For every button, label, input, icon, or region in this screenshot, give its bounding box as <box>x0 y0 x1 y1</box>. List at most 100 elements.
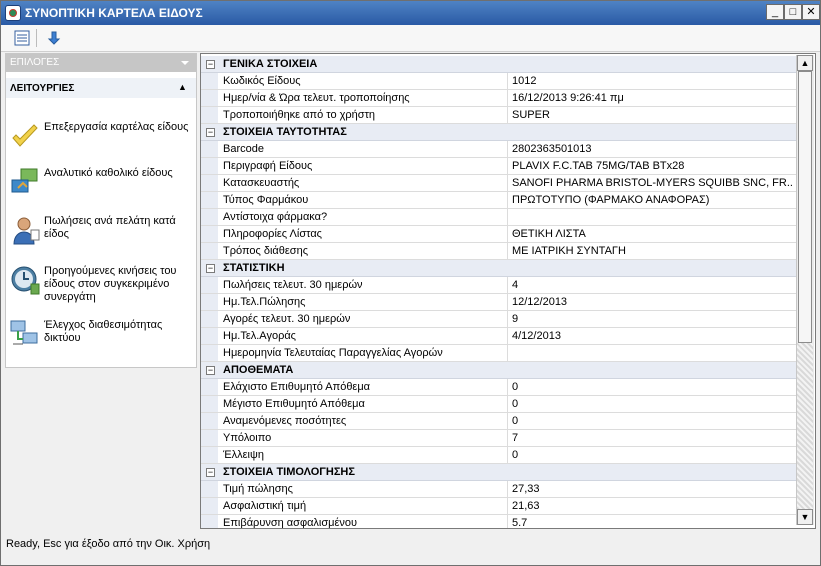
property-name: Μέγιστο Επιθυμητό Απόθεμα <box>223 398 365 410</box>
property-row[interactable]: Πωλήσεις τελευτ. 30 ημερών 4 <box>201 277 796 294</box>
property-value[interactable]: ΠΡΩΤΟΤΥΠΟ (ΦΑΡΜΑΚΟ ΑΝΑΦΟΡΑΣ) <box>512 194 792 206</box>
property-row[interactable]: Επιβάρυνση ασφαλισμένου 5.7 <box>201 515 796 528</box>
property-row[interactable]: Περιγραφή Είδους PLAVIX F.C.TAB 75MG/TAB … <box>201 158 796 175</box>
section-header[interactable]: − ΣΤΟΙΧΕΙΑ ΤΙΜΟΛΟΓΗΣΗΣ <box>201 464 796 481</box>
property-value[interactable]: 0 <box>512 381 792 393</box>
property-row[interactable]: Τροποποιήθηκε από το χρήστη SUPER <box>201 107 796 124</box>
collapse-toggle-icon[interactable]: − <box>206 264 215 273</box>
property-name: Αναμενόμενες ποσότητες <box>223 415 347 427</box>
column-divider <box>507 226 508 242</box>
row-gutter <box>201 73 218 89</box>
scroll-down-arrow-icon[interactable]: ▼ <box>797 509 813 525</box>
row-gutter <box>201 379 218 395</box>
column-divider <box>507 430 508 446</box>
property-row[interactable]: Τιμή πώλησης 27,33 <box>201 481 796 498</box>
column-divider <box>507 498 508 514</box>
property-row[interactable]: Έλλειψη 0 <box>201 447 796 464</box>
scroll-track[interactable] <box>797 343 813 509</box>
property-value[interactable]: ΘΕΤΙΚΗ ΛΙΣΤΑ <box>512 228 792 240</box>
sidebar-item-edit[interactable]: Επεξεργασία καρτέλας είδους <box>6 118 196 164</box>
property-value[interactable]: 5.7 <box>512 517 792 528</box>
property-row[interactable]: Ασφαλιστική τιμή 21,63 <box>201 498 796 515</box>
column-divider <box>507 481 508 497</box>
row-gutter <box>201 107 218 123</box>
scroll-thumb[interactable] <box>798 71 812 343</box>
vertical-scrollbar[interactable]: ▲ ▼ <box>796 55 814 525</box>
property-name: Barcode <box>223 143 264 155</box>
property-value[interactable]: SUPER <box>512 109 792 121</box>
property-value[interactable]: 1012 <box>512 75 792 87</box>
property-value[interactable]: PLAVIX F.C.TAB 75MG/TAB BTx28 <box>512 160 792 172</box>
property-row[interactable]: Ελάχιστο Επιθυμητό Απόθεμα 0 <box>201 379 796 396</box>
sidebar-item-sales-per-customer[interactable]: Πωλήσεις ανά πελάτη κατά είδος <box>6 212 196 258</box>
property-row[interactable]: Ημερομηνία Τελευταίας Παραγγελίας Αγορών <box>201 345 796 362</box>
scroll-up-arrow-icon[interactable]: ▲ <box>797 55 813 71</box>
property-row[interactable]: Αντίστοιχα φάρμακα? <box>201 209 796 226</box>
property-name: Κωδικός Είδους <box>223 75 301 87</box>
property-row[interactable]: Κατασκευαστής SANOFI PHARMA BRISTOL-MYERS… <box>201 175 796 192</box>
section-header[interactable]: − ΣΤΟΙΧΕΙΑ ΤΑΥΤΟΤΗΤΑΣ <box>201 124 796 141</box>
sidebar-item-label: Πωλήσεις ανά πελάτη κατά είδος <box>44 215 176 240</box>
property-value[interactable]: 0 <box>512 398 792 410</box>
property-value[interactable]: 12/12/2013 <box>512 296 792 308</box>
pencil-check-icon <box>12 124 38 147</box>
move-down-button[interactable] <box>44 28 64 48</box>
property-row[interactable]: Τρόπος διάθεσης ΜΕ ΙΑΤΡΙΚΗ ΣΥΝΤΑΓΗ <box>201 243 796 260</box>
collapse-toggle-icon[interactable]: − <box>206 128 215 137</box>
property-row[interactable]: Αγορές τελευτ. 30 ημερών 9 <box>201 311 796 328</box>
property-value[interactable]: 7 <box>512 432 792 444</box>
minimize-button[interactable]: _ <box>766 4 784 20</box>
property-value[interactable]: 21,63 <box>512 500 792 512</box>
property-name: Πωλήσεις τελευτ. 30 ημερών <box>223 279 363 291</box>
section-title: ΣΤΑΤΙΣΤΙΚΗ <box>223 262 285 274</box>
chevron-down-icon <box>181 61 189 65</box>
property-value[interactable]: 0 <box>512 415 792 427</box>
property-row[interactable]: Μέγιστο Επιθυμητό Απόθεμα 0 <box>201 396 796 413</box>
section-title: ΣΤΟΙΧΕΙΑ ΤΙΜΟΛΟΓΗΣΗΣ <box>223 466 355 478</box>
property-row[interactable]: Ημ.Τελ.Πώλησης 12/12/2013 <box>201 294 796 311</box>
property-row[interactable]: Υπόλοιπο 7 <box>201 430 796 447</box>
status-text: Ready, Esc για έξοδο από την Οικ. Χρήση <box>6 538 211 550</box>
collapse-toggle-icon[interactable]: − <box>206 468 215 477</box>
sidebar-item-previous-moves[interactable]: Προηγούμενες κινήσεις του είδους στον συ… <box>6 262 196 308</box>
column-divider <box>507 158 508 174</box>
sidebar-item-ledger[interactable]: Αναλυτικό καθολικό είδους <box>6 164 196 210</box>
property-row[interactable]: Τύπος Φαρμάκου ΠΡΩΤΟΤΥΠΟ (ΦΑΡΜΑΚΟ ΑΝΑΦΟΡΑ… <box>201 192 796 209</box>
section-header[interactable]: − ΑΠΟΘΕΜΑΤΑ <box>201 362 796 379</box>
section-header[interactable]: − ΓΕΝΙΚΑ ΣΤΟΙΧΕΙΑ <box>201 56 796 73</box>
property-row[interactable]: Κωδικός Είδους 1012 <box>201 73 796 90</box>
property-value[interactable]: 0 <box>512 449 792 461</box>
row-gutter <box>201 294 218 310</box>
column-divider <box>507 192 508 208</box>
collapse-toggle-icon[interactable]: − <box>206 366 215 375</box>
property-value[interactable]: 4 <box>512 279 792 291</box>
options-header[interactable]: ΕΠΙΛΟΓΕΣ <box>6 54 196 72</box>
property-value[interactable]: 4/12/2013 <box>512 330 792 342</box>
property-name: Τύπος Φαρμάκου <box>223 194 309 206</box>
sidebar-item-label: Προηγούμενες κινήσεις του είδους στον συ… <box>44 265 177 303</box>
property-row[interactable]: Barcode 2802363501013 <box>201 141 796 158</box>
row-gutter <box>201 141 218 157</box>
property-value[interactable]: 2802363501013 <box>512 143 792 155</box>
property-value[interactable]: 27,33 <box>512 483 792 495</box>
close-button[interactable]: ✕ <box>802 4 820 20</box>
functions-header[interactable]: ΛΕΙΤΟΥΡΓΙΕΣ ▲ <box>6 78 196 98</box>
section-header[interactable]: − ΣΤΑΤΙΣΤΙΚΗ <box>201 260 796 277</box>
property-value[interactable]: ΜΕ ΙΑΤΡΙΚΗ ΣΥΝΤΑΓΗ <box>512 245 792 257</box>
collapse-toggle-icon[interactable]: − <box>206 60 215 69</box>
property-row[interactable]: Ημερ/νία & Ώρα τελευτ. τροποποίησης 16/12… <box>201 90 796 107</box>
row-gutter <box>201 277 218 293</box>
column-divider <box>507 294 508 310</box>
row-gutter <box>201 498 218 514</box>
property-row[interactable]: Ημ.Τελ.Αγοράς 4/12/2013 <box>201 328 796 345</box>
property-value[interactable]: 9 <box>512 313 792 325</box>
property-row[interactable]: Πληροφορίες Λίστας ΘΕΤΙΚΗ ΛΙΣΤΑ <box>201 226 796 243</box>
property-name: Πληροφορίες Λίστας <box>223 228 322 240</box>
maximize-button[interactable]: □ <box>784 4 802 20</box>
sidebar-item-network-check[interactable]: Έλεγχος διαθεσιμότητας δικτύου <box>6 316 196 362</box>
property-row[interactable]: Αναμενόμενες ποσότητες 0 <box>201 413 796 430</box>
property-value[interactable]: 16/12/2013 9:26:41 πμ <box>512 92 792 104</box>
property-value[interactable]: SANOFI PHARMA BRISTOL-MYERS SQUIBB SNC, … <box>512 177 792 189</box>
list-view-button[interactable] <box>12 28 32 48</box>
column-divider <box>507 447 508 463</box>
